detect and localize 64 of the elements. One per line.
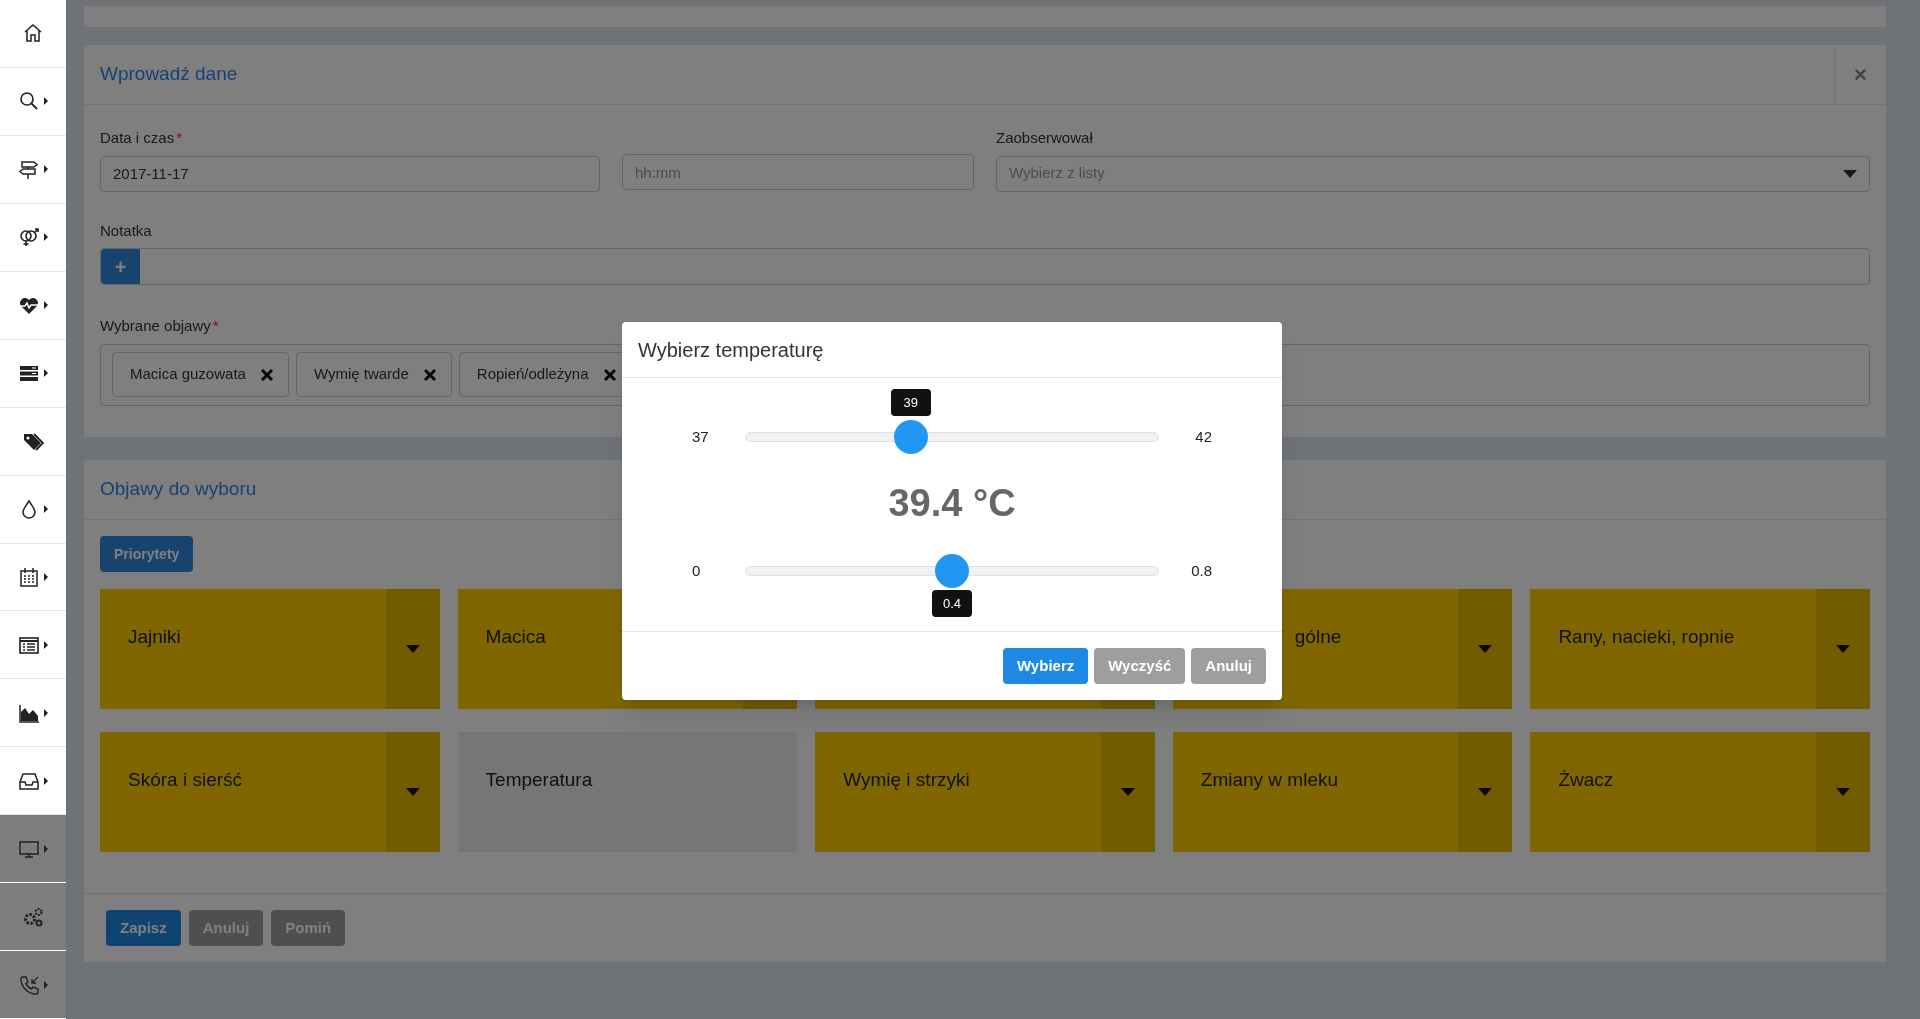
dialog-button[interactable]: Wybierz [1003, 648, 1089, 684]
caret-icon [405, 645, 420, 653]
calendar-icon [18, 565, 40, 588]
caret-icon [44, 572, 48, 581]
caret-icon [44, 640, 48, 649]
caret-icon [44, 97, 48, 106]
gender-icon [18, 226, 40, 249]
caret-icon [44, 505, 48, 514]
phone-icon [18, 973, 40, 996]
slider-min: 0 [692, 560, 702, 581]
caret-icon [1120, 788, 1135, 796]
caret-icon [44, 301, 48, 310]
slider-min: 37 [692, 427, 710, 447]
caret-icon [1478, 788, 1493, 796]
caret-icon [1836, 788, 1850, 796]
caret-icon [44, 369, 48, 378]
caret-icon [44, 980, 48, 989]
dialog-button[interactable]: Wyczyść [1094, 648, 1186, 684]
caret-icon [1843, 169, 1857, 178]
slider-tooltip: 39 [890, 389, 931, 417]
symptom-tag: Wymię twarde [295, 352, 452, 397]
slider-tooltip: 0.4 [932, 589, 972, 617]
category-tile[interactable]: Wymię i strzyki [815, 732, 1155, 852]
caret-icon [1836, 645, 1850, 653]
dialog-button[interactable]: Anuluj [1191, 648, 1266, 684]
caret-icon [405, 788, 420, 796]
signpost-icon [18, 158, 40, 181]
symptom-tag: Macica guzowata [112, 352, 289, 397]
caret-icon [44, 776, 48, 785]
add-button[interactable]: + [101, 249, 140, 284]
category-tile[interactable]: Skóra i sierść [100, 732, 440, 852]
caret-icon [1478, 645, 1493, 653]
home-icon [22, 22, 44, 45]
note-field[interactable]: + [100, 248, 1870, 285]
remove-icon[interactable] [259, 367, 274, 382]
caret-icon [44, 233, 48, 242]
category-tile[interactable]: Temperatura [457, 732, 798, 852]
field-label: Notatka [100, 220, 153, 241]
category-tile[interactable]: Zmiany w mleku [1172, 732, 1513, 852]
remove-icon[interactable] [422, 367, 437, 382]
slider-max: 0.8 [1190, 560, 1212, 581]
tags-icon [22, 430, 44, 453]
priorities-button[interactable]: Priorytety [100, 536, 194, 572]
card-title: Objawy do wyboru [99, 477, 257, 502]
category-tile[interactable]: Żwacz [1530, 732, 1870, 852]
field-label: Wybrane objawy* [100, 316, 220, 336]
remove-icon[interactable] [602, 367, 617, 382]
date-field[interactable]: 2017-11-17 [100, 155, 600, 192]
caret-icon [44, 165, 48, 174]
caret-icon [44, 844, 48, 853]
category-tile[interactable]: Rany, nacieki, ropnie [1530, 589, 1870, 709]
category-tile[interactable]: Jajniki [100, 589, 440, 709]
field-label: Data i czas* [100, 128, 184, 148]
card-title: Wprowadź dane [99, 62, 239, 87]
slider-thumb[interactable] [935, 553, 969, 588]
close-button[interactable]: × [1834, 45, 1886, 104]
footer-button[interactable]: Zapisz [106, 910, 181, 946]
field-label: Zaobserwował [996, 128, 1094, 148]
slider-max: 42 [1194, 427, 1212, 447]
slider-thumb[interactable] [893, 420, 928, 455]
dialog-title: Wybierz temperaturę [638, 337, 824, 363]
caret-icon [44, 708, 48, 717]
temperature-reading: 39.4 °C [888, 480, 1016, 526]
gears-icon [22, 905, 44, 928]
